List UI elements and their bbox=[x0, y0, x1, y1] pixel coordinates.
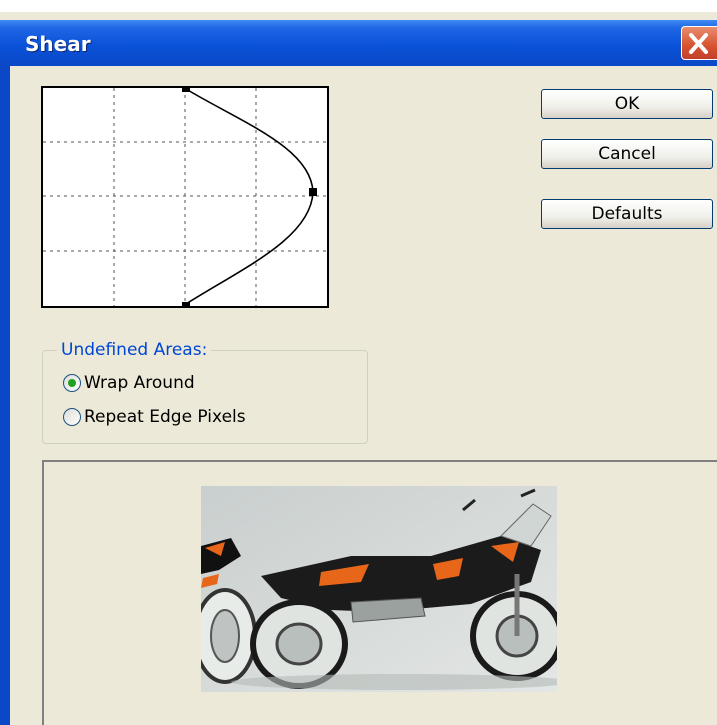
defaults-button[interactable]: Defaults bbox=[541, 199, 713, 229]
window-left-border bbox=[0, 66, 10, 725]
screen-top-strip bbox=[0, 0, 717, 12]
cancel-button[interactable]: Cancel bbox=[541, 139, 713, 169]
radio-selected-icon[interactable] bbox=[63, 374, 81, 392]
title-bar[interactable] bbox=[0, 20, 717, 66]
ok-button[interactable]: OK bbox=[541, 89, 713, 119]
close-button[interactable] bbox=[681, 26, 717, 60]
window-title: Shear bbox=[25, 32, 91, 56]
curve-control-point-top bbox=[182, 87, 190, 92]
radio-label-wrap-around: Wrap Around bbox=[84, 373, 195, 393]
undefined-areas-legend: Undefined Areas: bbox=[57, 340, 212, 360]
close-icon bbox=[689, 33, 708, 54]
curve-control-point-bottom bbox=[182, 302, 190, 307]
shear-curve-graph bbox=[43, 87, 327, 307]
radio-label-repeat-edge-pixels: Repeat Edge Pixels bbox=[84, 407, 246, 427]
curve-control-point-middle bbox=[309, 188, 317, 196]
radio-repeat-edge-pixels[interactable]: Repeat Edge Pixels bbox=[63, 407, 246, 427]
preview-image bbox=[201, 486, 557, 692]
undefined-areas-group bbox=[42, 350, 368, 444]
radio-unselected-icon[interactable] bbox=[63, 408, 81, 426]
radio-wrap-around[interactable]: Wrap Around bbox=[63, 373, 195, 393]
shear-curve-editor[interactable] bbox=[41, 86, 329, 308]
